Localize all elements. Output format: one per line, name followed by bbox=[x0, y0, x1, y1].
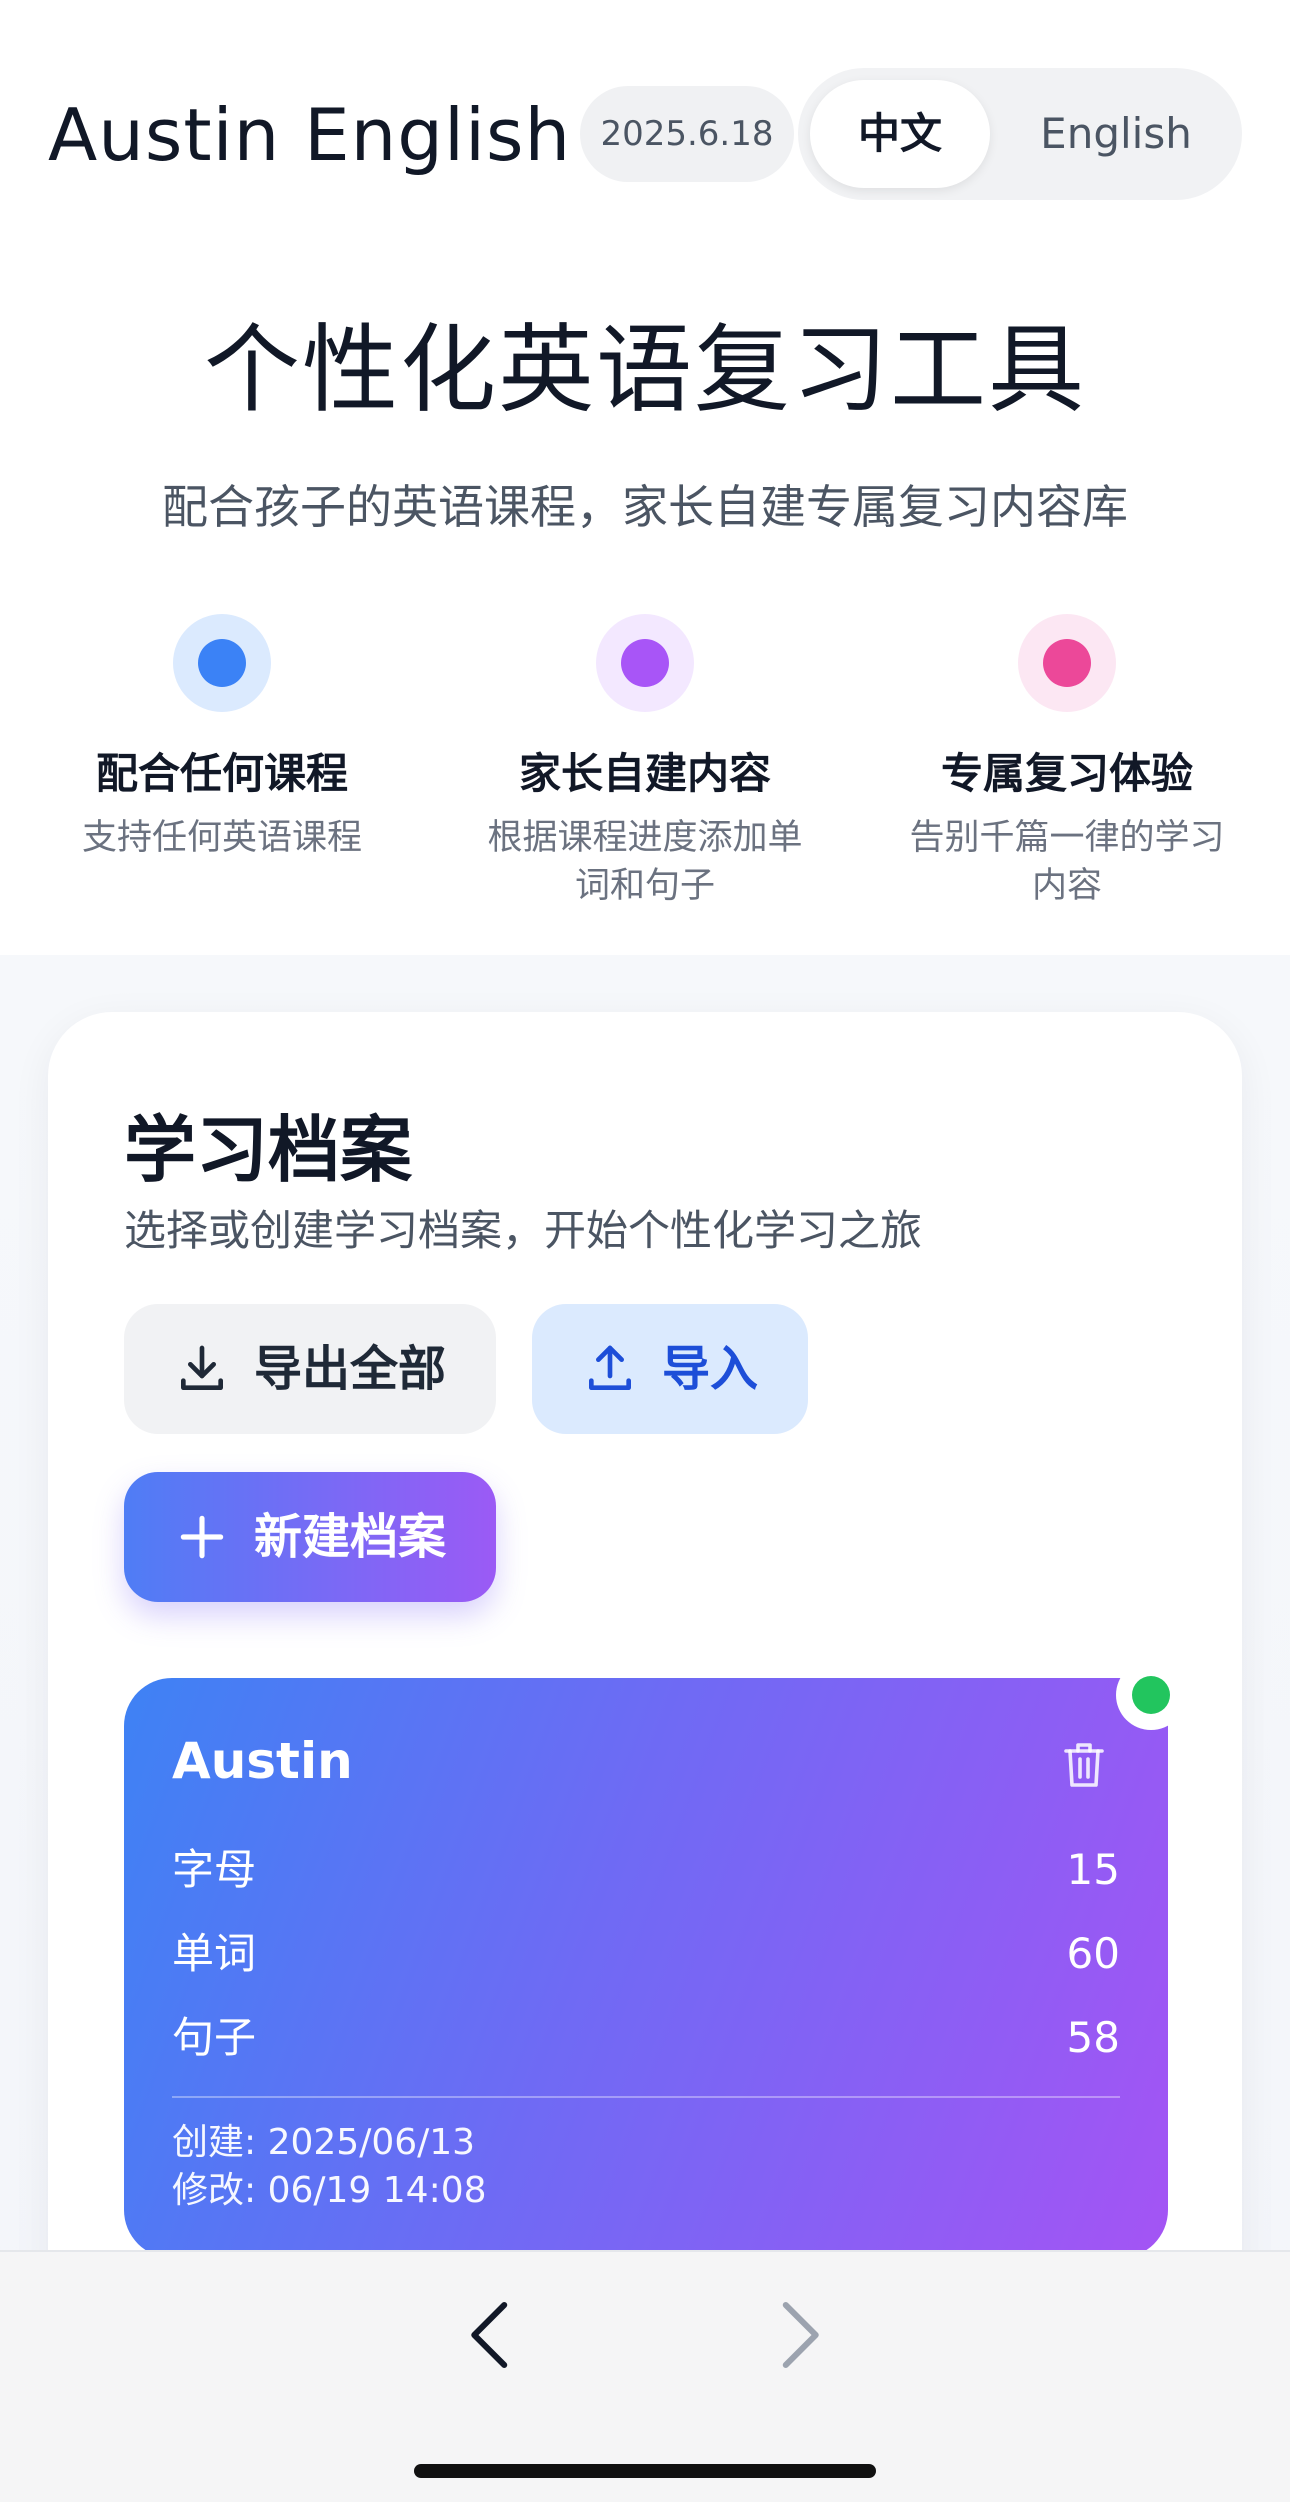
stat-value: 15 bbox=[1066, 1845, 1120, 1894]
stat-label: 字母 bbox=[172, 1845, 257, 1894]
stat-label: 句子 bbox=[172, 2013, 257, 2062]
panel-subtitle: 选择或创建学习档案，开始个性化学习之旅 bbox=[124, 1206, 923, 1255]
import-label: 导入 bbox=[662, 1341, 759, 1397]
feature-title: 家长自建内容 bbox=[518, 749, 771, 798]
stat-value: 60 bbox=[1066, 1929, 1120, 1978]
app-title: Austin English bbox=[48, 93, 572, 177]
feature-dot-icon bbox=[1018, 614, 1116, 712]
date-badge: 2025.6.18 bbox=[580, 86, 794, 182]
feature-dot-icon bbox=[173, 614, 271, 712]
stat-row-words: 单词 60 bbox=[172, 1924, 1120, 1984]
modified-date: 修改: 06/19 14:08 bbox=[172, 2170, 487, 2211]
card-divider bbox=[172, 2096, 1120, 2098]
stat-label: 单词 bbox=[172, 1929, 257, 1978]
import-button[interactable]: 导入 bbox=[532, 1304, 808, 1434]
stat-row-sentences: 句子 58 bbox=[172, 2008, 1120, 2068]
bottom-nav-bar bbox=[0, 2250, 1290, 2502]
stat-row-letters: 字母 15 bbox=[172, 1840, 1120, 1900]
active-status-icon bbox=[1116, 1660, 1186, 1730]
profile-card[interactable]: Austin 字母 15 单词 60 句子 58 创建: 2025/06/13 … bbox=[124, 1660, 1186, 2258]
feature-title: 专属复习体验 bbox=[940, 749, 1193, 798]
feature-parent-content: 家长自建内容 根据课程进度添加单 词和句子 bbox=[465, 614, 825, 910]
created-date: 创建: 2025/06/13 bbox=[172, 2122, 476, 2163]
chevron-left-icon[interactable] bbox=[448, 2290, 538, 2380]
home-indicator[interactable] bbox=[414, 2464, 876, 2478]
stat-value: 58 bbox=[1066, 2013, 1120, 2062]
plus-icon bbox=[180, 1515, 224, 1559]
upload-icon bbox=[589, 1345, 631, 1390]
hero-subtitle: 配合孩子的英语课程，家长自建专属复习内容库 bbox=[162, 480, 1128, 534]
feature-any-course: 配合任何课程 支持任何英语课程 bbox=[42, 614, 402, 862]
chevron-right-icon[interactable] bbox=[752, 2290, 842, 2380]
export-all-button[interactable]: 导出全部 bbox=[124, 1304, 496, 1434]
export-all-label: 导出全部 bbox=[254, 1341, 447, 1397]
language-option-chinese[interactable]: 中文 bbox=[810, 80, 990, 188]
feature-desc: 告别千篇一律的学习 内容 bbox=[909, 818, 1225, 906]
profiles-panel: 学习档案 选择或创建学习档案，开始个性化学习之旅 导出全部 导入 新建档案 Au… bbox=[48, 1012, 1242, 2432]
app-header: Austin English 2025.6.18 中文 English bbox=[0, 0, 1290, 240]
new-profile-button[interactable]: 新建档案 bbox=[124, 1472, 496, 1602]
language-option-english[interactable]: English bbox=[1006, 80, 1226, 188]
profile-name: Austin bbox=[172, 1732, 353, 1790]
language-toggle: 中文 English bbox=[798, 68, 1242, 200]
panel-title: 学习档案 bbox=[124, 1108, 413, 1192]
hero-title: 个性化英语复习工具 bbox=[204, 314, 1086, 426]
feature-desc: 支持任何英语课程 bbox=[81, 818, 362, 858]
new-profile-label: 新建档案 bbox=[254, 1509, 447, 1565]
feature-title: 配合任何课程 bbox=[95, 749, 348, 798]
download-icon bbox=[181, 1345, 224, 1390]
feature-custom-review: 专属复习体验 告别千篇一律的学习 内容 bbox=[887, 614, 1247, 910]
feature-desc: 根据课程进度添加单 词和句子 bbox=[487, 818, 803, 906]
trash-icon[interactable] bbox=[1060, 1738, 1108, 1792]
feature-dot-icon bbox=[596, 614, 694, 712]
